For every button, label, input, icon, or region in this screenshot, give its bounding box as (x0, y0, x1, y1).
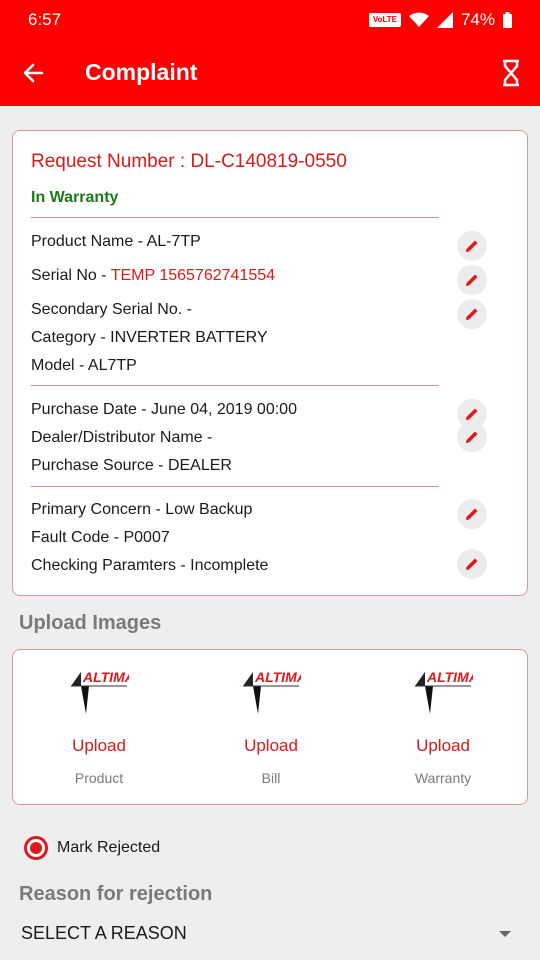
pencil-icon (466, 408, 478, 420)
history-button[interactable] (499, 58, 523, 88)
svg-text:ALTIMA: ALTIMA (254, 669, 301, 685)
status-time: 6:57 (28, 10, 62, 29)
status-bar: 6:57 VoLTE 74% (0, 0, 540, 40)
secondary-serial-no: Secondary Serial No. - (31, 301, 192, 318)
upload-bill-link[interactable]: Upload (185, 736, 357, 756)
primary-concern: Primary Concern - Low Backup (31, 501, 253, 518)
battery-percent: 74% (460, 10, 495, 29)
upload-warranty-link[interactable]: Upload (357, 736, 529, 756)
category: Category - INVERTER BATTERY (31, 329, 268, 346)
upload-images-title: Upload Images (19, 612, 162, 634)
mark-rejected-radio[interactable]: Mark Rejected (24, 836, 160, 860)
edit-product-name-button[interactable] (457, 231, 487, 261)
upload-product-label: Product (74, 770, 124, 786)
checking-parameters: Checking Paramters - Incomplete (31, 557, 269, 574)
reason-select[interactable]: SELECT A REASON (12, 914, 528, 954)
edit-primary-concern-button[interactable] (457, 499, 487, 529)
svg-text:ALTIMA: ALTIMA (426, 669, 473, 685)
edit-serial-no-button[interactable] (457, 265, 487, 295)
purchase-date: Purchase Date - June 04, 2019 00:00 (31, 401, 297, 418)
pencil-icon (466, 274, 478, 286)
altima-logo-icon[interactable]: ALTIMA (413, 664, 473, 716)
request-number: Request Number : DL-C140819-0550 (31, 151, 347, 172)
complaint-details-card: Request Number : DL-C140819-0550 In Warr… (12, 130, 528, 596)
signal-icon (436, 12, 453, 28)
page-title: Complaint (85, 59, 198, 85)
pencil-icon (466, 308, 478, 320)
wifi-icon (408, 12, 429, 27)
upload-product: ALTIMA Upload Product (13, 650, 185, 806)
warranty-status: In Warranty (31, 189, 119, 206)
divider (31, 385, 439, 386)
svg-text:ALTIMA: ALTIMA (82, 669, 129, 685)
purchase-source: Purchase Source - DEALER (31, 457, 232, 474)
arrow-left-icon (23, 63, 44, 83)
status-icons: VoLTE 74% (368, 10, 512, 30)
upload-bill: ALTIMA Upload Bill (185, 650, 357, 806)
back-button[interactable] (20, 59, 48, 87)
dropdown-arrow-icon (499, 931, 511, 937)
serial-no: Serial No - TEMP 1565762741554 (31, 267, 275, 285)
battery-icon (503, 12, 512, 28)
pencil-icon (466, 558, 478, 570)
pencil-icon (466, 240, 478, 252)
altima-logo-icon[interactable]: ALTIMA (69, 664, 129, 716)
upload-images-card: ALTIMA Upload Product ALTIMA Upload Bill… (12, 649, 528, 805)
edit-dealer-name-button[interactable] (457, 422, 487, 452)
app-bar: Complaint (0, 40, 540, 106)
edit-secondary-serial-button[interactable] (457, 299, 487, 329)
radio-checked-dot (30, 842, 42, 854)
altima-logo-icon[interactable]: ALTIMA (241, 664, 301, 716)
radio-button[interactable] (24, 836, 48, 860)
serial-no-value: TEMP 1565762741554 (110, 267, 276, 284)
volte-icon: VoLTE (368, 13, 401, 27)
reason-title: Reason for rejection (19, 883, 213, 905)
dealer-name: Dealer/Distributor Name - (31, 429, 213, 446)
divider (31, 217, 439, 218)
pencil-icon (466, 508, 478, 520)
edit-checking-parameters-button[interactable] (457, 549, 487, 579)
upload-warranty-label: Warranty (414, 770, 472, 786)
hourglass-icon (503, 59, 519, 87)
pencil-icon (466, 431, 478, 443)
product-name: Product Name - AL-7TP (31, 233, 201, 250)
model: Model - AL7TP (31, 357, 137, 374)
serial-no-label: Serial No - (31, 267, 111, 284)
mark-rejected-label: Mark Rejected (57, 839, 161, 856)
upload-warranty: ALTIMA Upload Warranty (357, 650, 529, 806)
upload-bill-label: Bill (261, 770, 281, 786)
divider (31, 486, 439, 487)
reason-select-value: SELECT A REASON (21, 923, 187, 943)
upload-product-link[interactable]: Upload (13, 736, 185, 756)
fault-code: Fault Code - P0007 (31, 529, 170, 546)
